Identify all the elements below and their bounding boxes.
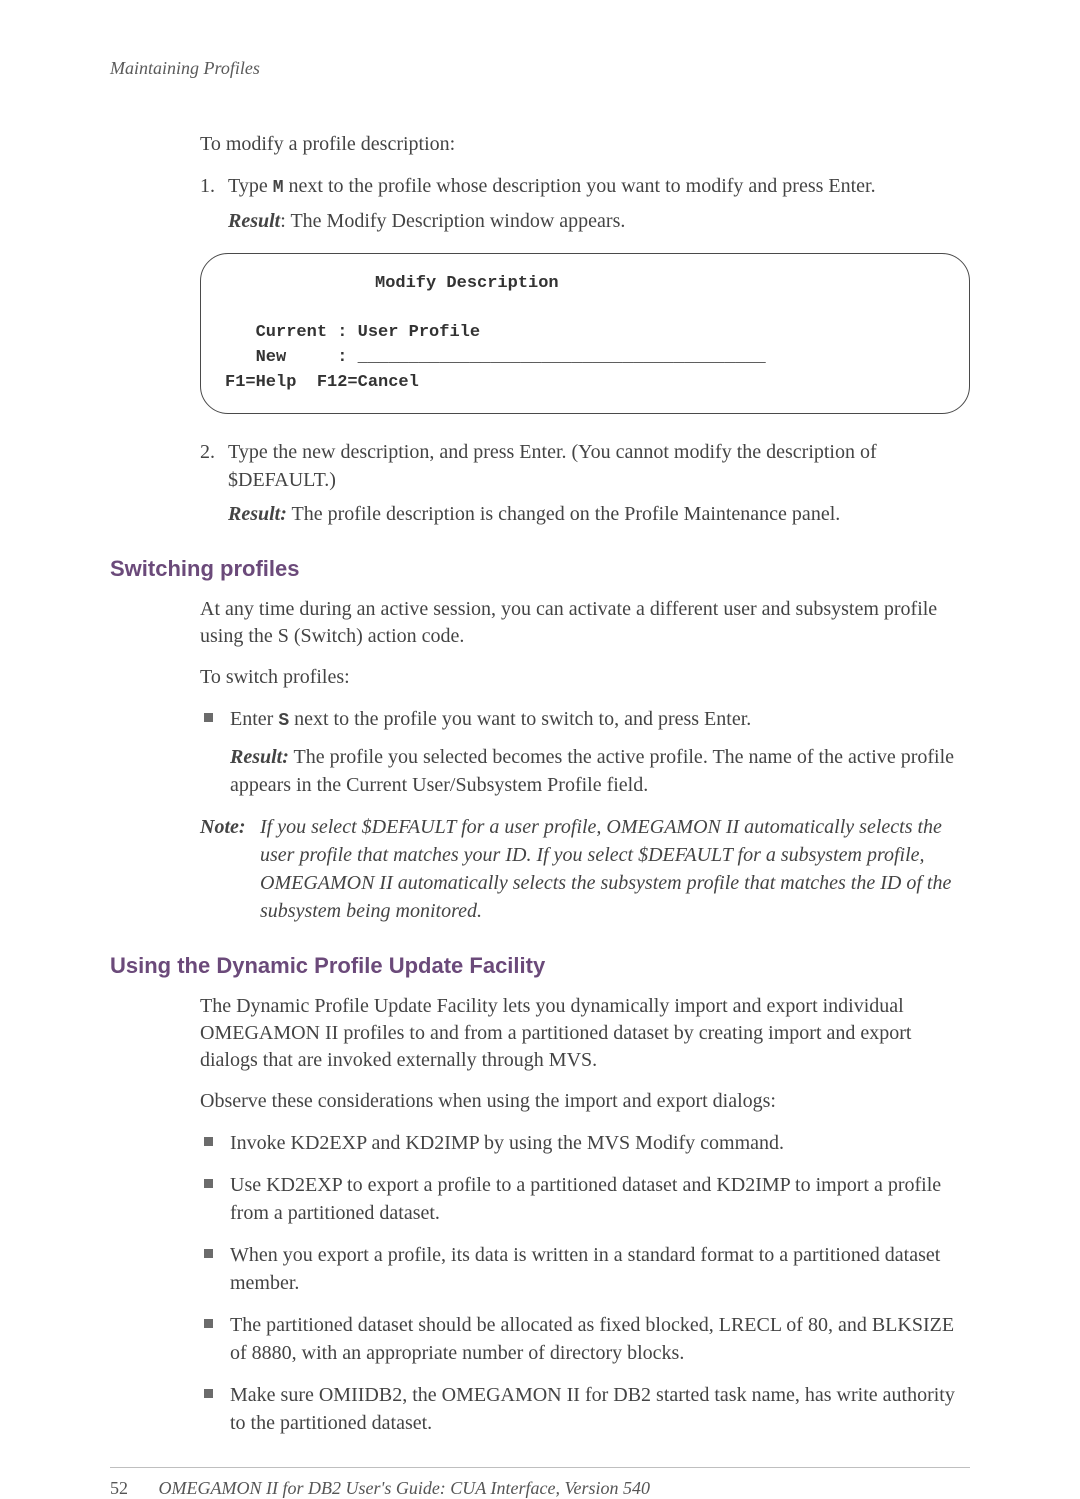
switch-bullet-code: S bbox=[278, 711, 289, 731]
panel-new: New : __________________________________… bbox=[256, 348, 766, 367]
result-label-2: Result: bbox=[228, 503, 287, 525]
switch-bullet-post: next to the profile you want to switch t… bbox=[289, 708, 751, 730]
note-body: If you select $DEFAULT for a user profil… bbox=[260, 813, 970, 925]
running-head: Maintaining Profiles bbox=[110, 58, 970, 79]
step-1-result: Result: The Modify Description window ap… bbox=[228, 207, 970, 235]
step2-block: 2. Type the new description, and press E… bbox=[200, 438, 970, 528]
switching-note: Note: If you select $DEFAULT for a user … bbox=[200, 813, 970, 925]
footer: 52 OMEGAMON II for DB2 User's Guide: CUA… bbox=[110, 1478, 970, 1499]
intro-para: To modify a profile description: bbox=[200, 131, 970, 158]
result-text-1: : The Modify Description window appears. bbox=[280, 210, 625, 232]
panel-title: Modify Description bbox=[225, 272, 945, 297]
step-1-pre: Type bbox=[228, 175, 273, 197]
dynamic-bullet-3: The partitioned dataset should be alloca… bbox=[200, 1311, 970, 1367]
step-1-post: next to the profile whose description yo… bbox=[284, 175, 876, 197]
switching-p1: At any time during an active session, yo… bbox=[200, 596, 970, 650]
dynamic-bullet-0: Invoke KD2EXP and KD2IMP by using the MV… bbox=[200, 1129, 970, 1157]
step-list-2: 2. Type the new description, and press E… bbox=[200, 438, 970, 528]
switching-block: At any time during an active session, yo… bbox=[200, 596, 970, 924]
dynamic-bullet-2: When you export a profile, its data is w… bbox=[200, 1241, 970, 1297]
step-2-marker: 2. bbox=[200, 438, 215, 466]
switch-result-text: The profile you selected becomes the act… bbox=[230, 746, 954, 796]
note-label: Note: bbox=[200, 813, 260, 925]
panel-current: Current : User Profile bbox=[256, 323, 480, 342]
result-label-1: Result bbox=[228, 210, 280, 232]
step-2-text: Type the new description, and press Ente… bbox=[228, 441, 877, 491]
footer-rule bbox=[110, 1467, 970, 1468]
step-list-1: 1. Type M next to the profile whose desc… bbox=[200, 172, 970, 235]
step-2-result: Result: The profile description is chang… bbox=[228, 500, 970, 528]
panel-wrap: Modify Description Current : User Profil… bbox=[200, 253, 970, 414]
dynamic-p2: Observe these considerations when using … bbox=[200, 1088, 970, 1115]
footer-title: OMEGAMON II for DB2 User's Guide: CUA In… bbox=[159, 1478, 650, 1498]
modify-description-panel: Modify Description Current : User Profil… bbox=[200, 253, 970, 414]
switch-bullet-pre: Enter bbox=[230, 708, 278, 730]
result-text-2: The profile description is changed on th… bbox=[287, 503, 840, 525]
dynamic-p1: The Dynamic Profile Update Facility lets… bbox=[200, 993, 970, 1074]
switching-bullets: Enter S next to the profile you want to … bbox=[200, 705, 970, 798]
step-2: 2. Type the new description, and press E… bbox=[200, 438, 970, 528]
heading-dynamic: Using the Dynamic Profile Update Facilit… bbox=[110, 953, 970, 979]
page: Maintaining Profiles To modify a profile… bbox=[0, 0, 1080, 1397]
intro-block: To modify a profile description: 1. Type… bbox=[200, 131, 970, 235]
step-1-marker: 1. bbox=[200, 172, 215, 200]
page-number: 52 bbox=[110, 1478, 154, 1499]
switching-p2: To switch profiles: bbox=[200, 664, 970, 691]
switch-result-label: Result: bbox=[230, 746, 289, 768]
step-1-code: M bbox=[273, 178, 284, 198]
switch-result: Result: The profile you selected becomes… bbox=[230, 743, 970, 799]
dynamic-bullets: Invoke KD2EXP and KD2IMP by using the MV… bbox=[200, 1129, 970, 1437]
dynamic-block: The Dynamic Profile Update Facility lets… bbox=[200, 993, 970, 1437]
heading-switching: Switching profiles bbox=[110, 556, 970, 582]
dynamic-bullet-1: Use KD2EXP to export a profile to a part… bbox=[200, 1171, 970, 1227]
panel-keys: F1=Help F12=Cancel bbox=[225, 371, 945, 396]
dynamic-bullet-4: Make sure OMIIDB2, the OMEGAMON II for D… bbox=[200, 1381, 970, 1437]
switching-bullet-1: Enter S next to the profile you want to … bbox=[200, 705, 970, 798]
step-1: 1. Type M next to the profile whose desc… bbox=[200, 172, 970, 235]
